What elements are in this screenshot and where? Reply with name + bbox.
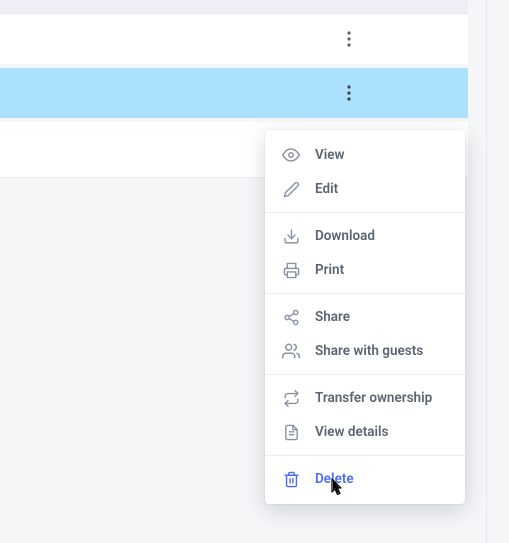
menu-item-edit[interactable]: Edit — [265, 172, 465, 206]
file-icon — [281, 422, 301, 442]
row-actions-button[interactable] — [335, 79, 363, 107]
menu-item-print[interactable]: Print — [265, 253, 465, 287]
menu-separator — [265, 293, 465, 294]
pencil-icon — [281, 179, 301, 199]
menu-item-delete[interactable]: Delete — [265, 462, 465, 496]
more-vertical-icon — [347, 31, 351, 47]
menu-item-details[interactable]: View details — [265, 415, 465, 449]
menu-item-label: View details — [315, 424, 388, 440]
menu-item-view[interactable]: View — [265, 138, 465, 172]
menu-item-label: Download — [315, 228, 375, 244]
header-strip — [0, 0, 468, 14]
menu-item-label: Transfer ownership — [315, 390, 432, 406]
menu-item-download[interactable]: Download — [265, 219, 465, 253]
menu-item-label: Print — [315, 262, 344, 278]
eye-icon — [281, 145, 301, 165]
context-menu: View Edit Download Print Share Share wit… — [265, 130, 465, 504]
share-icon — [281, 307, 301, 327]
menu-separator — [265, 455, 465, 456]
list-row[interactable] — [0, 14, 468, 64]
menu-item-label: View — [315, 147, 345, 163]
menu-item-label: Share with guests — [315, 343, 423, 359]
download-icon — [281, 226, 301, 246]
transfer-icon — [281, 388, 301, 408]
menu-item-label: Share — [315, 309, 350, 325]
more-vertical-icon — [347, 85, 351, 101]
menu-item-share-guests[interactable]: Share with guests — [265, 334, 465, 368]
trash-icon — [281, 469, 301, 489]
users-icon — [281, 341, 301, 361]
menu-item-transfer[interactable]: Transfer ownership — [265, 381, 465, 415]
menu-item-label: Delete — [315, 471, 354, 487]
menu-separator — [265, 212, 465, 213]
list-row-selected[interactable] — [0, 68, 468, 118]
menu-item-label: Edit — [315, 181, 338, 197]
printer-icon — [281, 260, 301, 280]
panel-divider — [486, 0, 487, 543]
menu-separator — [265, 374, 465, 375]
menu-item-share[interactable]: Share — [265, 300, 465, 334]
row-actions-button[interactable] — [335, 25, 363, 53]
